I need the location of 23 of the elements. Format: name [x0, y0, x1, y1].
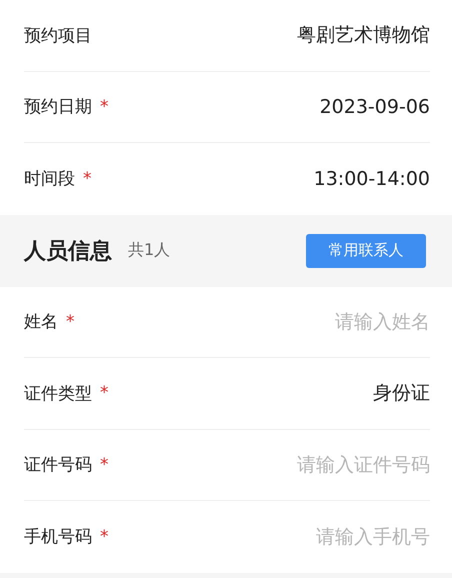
input-field[interactable]: 请输入证件号码	[190, 454, 430, 476]
input-field[interactable]: 请输入姓名	[190, 310, 430, 333]
required-mark: *	[66, 312, 74, 332]
person-count: 共1人	[128, 240, 172, 261]
field-value: 粤剧艺术博物馆	[297, 23, 430, 48]
required-mark: *	[100, 526, 108, 547]
field-label: 证件号码	[24, 454, 92, 476]
required-mark: *	[83, 168, 92, 189]
field-label: 姓名	[24, 311, 58, 334]
required-mark: *	[100, 96, 108, 117]
section-title: 人员信息	[24, 238, 112, 266]
field-label: 证件类型	[24, 382, 92, 405]
input-field[interactable]: 请输入手机号	[190, 526, 430, 548]
field-label: 时间段	[24, 168, 75, 190]
contacts-button[interactable]: 常用联系人	[306, 234, 426, 268]
field-value: 2023-09-06	[320, 96, 430, 118]
field-value: 身份证	[373, 381, 430, 406]
field-label: 手机号码	[24, 526, 92, 548]
field-label: 预约项目	[24, 24, 92, 47]
required-mark: *	[100, 383, 108, 404]
field-value: 13:00-14:00	[314, 168, 430, 190]
required-mark: *	[100, 454, 108, 475]
field-label: 预约日期	[24, 96, 92, 118]
